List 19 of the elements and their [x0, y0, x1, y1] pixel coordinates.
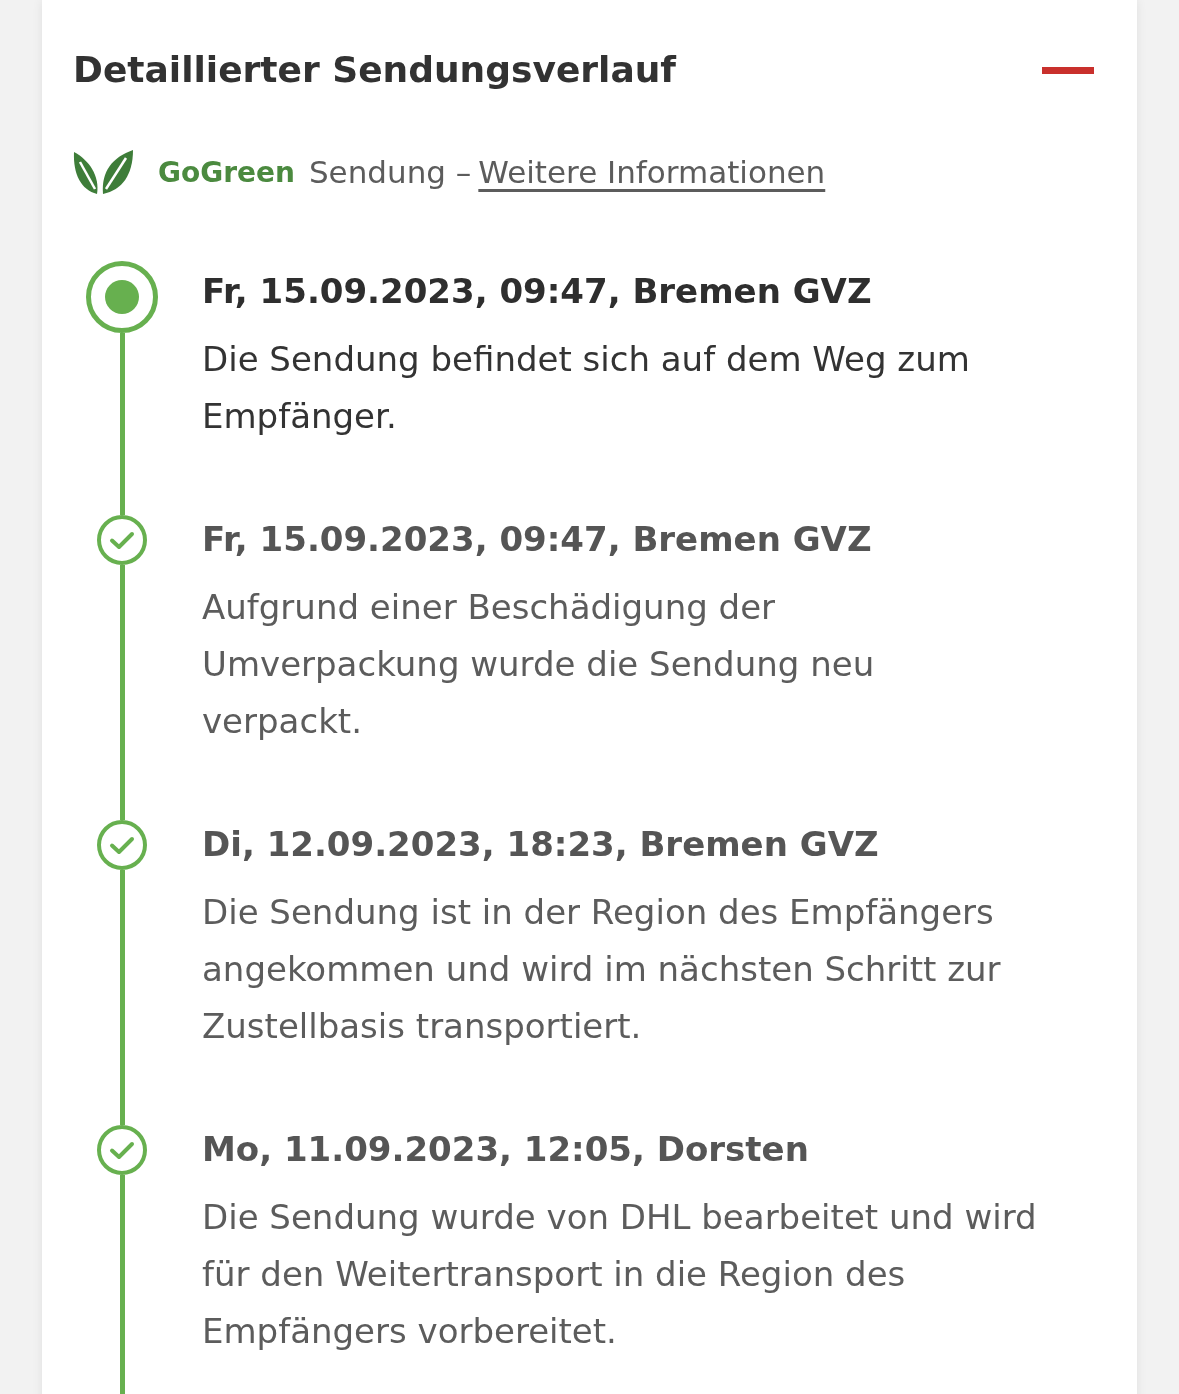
event-heading: Di, 12.09.2023, 18:23, Bremen GVZ [202, 823, 880, 866]
ring-dot-icon [86, 261, 158, 333]
event-description: Aufgrund einer Beschädigung der Umverpackung wurde die Sendung neu verpackt. [202, 586, 876, 743]
check-circle-icon [97, 820, 147, 870]
check-circle-icon [97, 515, 147, 565]
check-circle-icon [97, 1125, 147, 1175]
collapse-button[interactable] [1042, 66, 1094, 74]
event-description: Die Sendung wurde von DHL bearbeitet und wird für den Weitertransport in die Region des Empfängers vorbereitet. [202, 1196, 1038, 1353]
section-title: Detaillierter Sendungsverlauf [73, 48, 676, 92]
shipment-label: Sendung – [308, 154, 472, 190]
event-description: Die Sendung ist in der Region des Empfängers angekommen und wird im nächsten Schritt zur Zustellbasis transportiert. [202, 891, 1002, 1048]
event-heading: Mo, 11.09.2023, 12:05, Dorsten [202, 1128, 810, 1171]
event-description: Die Sendung befindet sich auf dem Weg zum Empfänger. [202, 338, 971, 438]
more-info-link[interactable]: Weitere Informationen [478, 154, 826, 190]
leaves-icon [73, 149, 133, 195]
gogreen-label: GoGreen [158, 155, 295, 189]
event-heading: Fr, 15.09.2023, 09:47, Bremen GVZ [202, 518, 873, 561]
event-heading: Fr, 15.09.2023, 09:47, Bremen GVZ [202, 270, 873, 313]
minus-icon [1042, 66, 1094, 74]
